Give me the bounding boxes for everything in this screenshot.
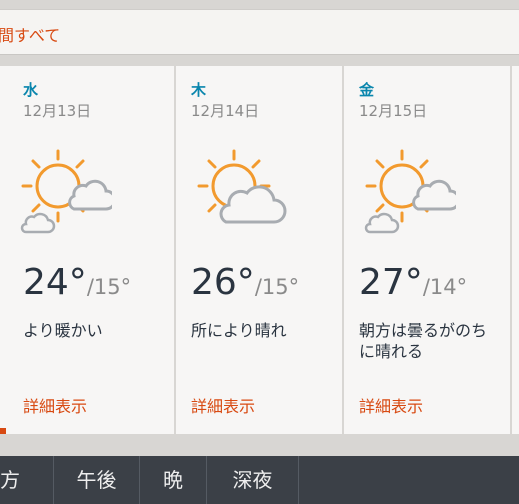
sun-behind-cloud-icon xyxy=(188,146,288,246)
tab-late-night[interactable]: 深夜 xyxy=(207,456,299,504)
tab-morning[interactable]: 方 xyxy=(0,456,54,504)
condition-text: より暖かい xyxy=(23,321,103,340)
details-link[interactable]: 詳細表示 xyxy=(191,393,255,417)
temperature-high: 24° xyxy=(23,262,87,303)
temperature: 27°/14° xyxy=(359,262,467,303)
condition-text: 所により晴れ xyxy=(191,321,287,340)
temperature-low: /15° xyxy=(254,275,300,299)
temperature-low: /15° xyxy=(86,275,132,299)
time-filter-bar[interactable]: 間すべて xyxy=(0,9,519,55)
day-label: 木 xyxy=(191,81,207,99)
forecast-card-wed[interactable]: 水 12月13日 24°/15° より暖かい 詳細表示 xyxy=(0,66,176,434)
date-label: 12月14日 xyxy=(191,102,260,120)
time-filter-label[interactable]: 間すべて xyxy=(0,22,60,46)
temperature: 26°/15° xyxy=(191,262,299,303)
day-label: 金 xyxy=(359,81,375,99)
forecast-card-fri[interactable]: 金 12月15日 27°/14° 朝方は曇るがのちに晴れる 詳細表示 xyxy=(344,66,512,434)
forecast-card-next-partial[interactable] xyxy=(512,66,519,434)
day-label: 水 xyxy=(23,81,39,99)
top-gap xyxy=(0,0,519,9)
date-label: 12月13日 xyxy=(23,102,92,120)
temperature-low: /14° xyxy=(422,275,468,299)
temperature: 24°/15° xyxy=(23,262,131,303)
temperature-high: 26° xyxy=(191,262,255,303)
tab-evening[interactable]: 晩 xyxy=(140,456,207,504)
date-label: 12月15日 xyxy=(359,102,428,120)
condition-text: 朝方は曇るがのちに晴れる xyxy=(359,321,488,361)
time-of-day-tabs: 方 午後 晩 深夜 xyxy=(0,456,519,504)
details-link[interactable]: 詳細表示 xyxy=(23,393,87,417)
daily-forecast-cards: 水 12月13日 24°/15° より暖かい 詳細表示 木 12月14日 26°… xyxy=(0,66,519,434)
divider-strip xyxy=(0,434,519,456)
tab-afternoon[interactable]: 午後 xyxy=(54,456,140,504)
forecast-card-thu[interactable]: 木 12月14日 26°/15° 所により晴れ 詳細表示 xyxy=(176,66,344,434)
sun-behind-cloud-with-small-cloud-icon xyxy=(356,146,461,246)
details-link[interactable]: 詳細表示 xyxy=(359,393,423,417)
temperature-high: 27° xyxy=(359,262,423,303)
sun-behind-cloud-with-small-cloud-icon xyxy=(12,146,117,246)
